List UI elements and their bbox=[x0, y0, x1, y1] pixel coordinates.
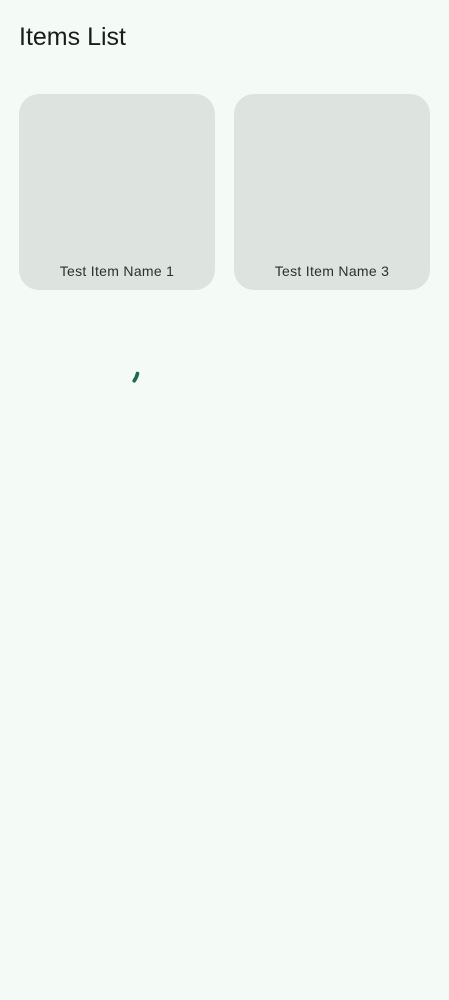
item-name: Test Item Name 3 bbox=[274, 263, 390, 279]
item-image-placeholder bbox=[234, 94, 430, 254]
item-image-placeholder bbox=[19, 94, 215, 254]
page-title: Items List bbox=[19, 23, 126, 51]
items-grid: Test Item Name 1 Test Item Name 3 bbox=[19, 94, 430, 290]
spinner-arc bbox=[132, 371, 140, 383]
top-app-bar: Items List bbox=[0, 0, 449, 76]
item-card[interactable]: Test Item Name 3 bbox=[234, 94, 430, 290]
item-name: Test Item Name 1 bbox=[59, 263, 175, 279]
loading-spinner-icon bbox=[132, 371, 140, 383]
item-card[interactable]: Test Item Name 1 bbox=[19, 94, 215, 290]
